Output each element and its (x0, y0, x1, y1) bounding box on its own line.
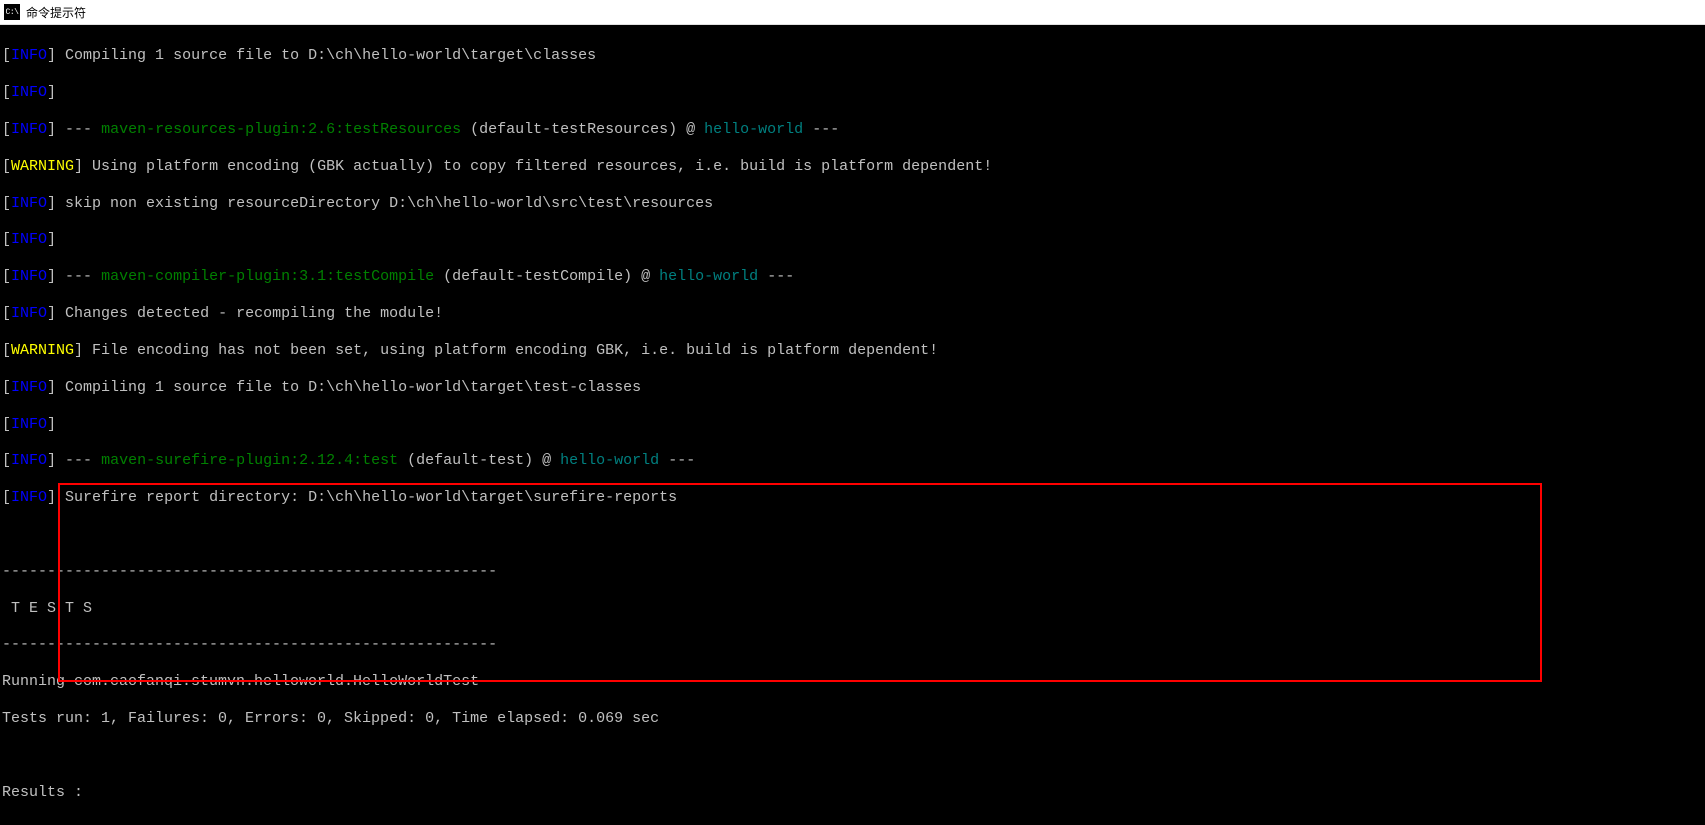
log-tag: INFO (11, 416, 47, 433)
project-name: hello-world (704, 121, 803, 138)
tests-header: T E S T S (2, 600, 1705, 618)
project-name: hello-world (659, 268, 758, 285)
log-text: Changes detected - recompiling the modul… (65, 305, 443, 322)
log-text: Compiling 1 source file to D:\ch\hello-w… (65, 47, 596, 64)
terminal-output[interactable]: [INFO] Compiling 1 source file to D:\ch\… (0, 25, 1705, 825)
log-tag: INFO (11, 268, 47, 285)
divider: ----------------------------------------… (2, 636, 1705, 654)
log-tag: INFO (11, 121, 47, 138)
log-text: Results : (2, 784, 1705, 802)
log-tag: WARNING (11, 158, 74, 175)
log-text: --- (803, 121, 839, 138)
log-text: --- (65, 268, 101, 285)
plugin-name: maven-surefire-plugin:2.12.4:test (101, 452, 398, 469)
window-title: 命令提示符 (26, 4, 86, 21)
log-text: --- (65, 121, 101, 138)
divider: ----------------------------------------… (2, 563, 1705, 581)
log-tag: INFO (11, 305, 47, 322)
window-titlebar[interactable]: C:\ 命令提示符 (0, 0, 1705, 25)
log-text: --- (65, 452, 101, 469)
log-text: Tests run: 1, Failures: 0, Errors: 0, Sk… (2, 710, 1705, 728)
log-tag: INFO (11, 452, 47, 469)
log-text (2, 747, 1705, 765)
log-text: (default-testCompile) @ (434, 268, 659, 285)
log-tag: INFO (11, 489, 47, 506)
log-text: (default-test) @ (398, 452, 560, 469)
plugin-name: maven-compiler-plugin:3.1:testCompile (101, 268, 434, 285)
log-text: Compiling 1 source file to D:\ch\hello-w… (65, 379, 641, 396)
log-text: File encoding has not been set, using pl… (83, 342, 938, 359)
log-text (2, 820, 1705, 825)
log-tag: INFO (11, 231, 47, 248)
log-tag: WARNING (11, 342, 74, 359)
log-text (2, 526, 1705, 544)
log-text: --- (758, 268, 794, 285)
log-text: skip non existing resourceDirectory D:\c… (65, 195, 713, 212)
cmd-icon: C:\ (4, 4, 20, 20)
log-text: (default-testResources) @ (461, 121, 704, 138)
log-tag: INFO (11, 84, 47, 101)
log-tag: INFO (11, 47, 47, 64)
log-text: Using platform encoding (GBK actually) t… (83, 158, 992, 175)
log-text: --- (659, 452, 695, 469)
project-name: hello-world (560, 452, 659, 469)
log-tag: INFO (11, 195, 47, 212)
log-text: Running com.caofanqi.stumvn.helloworld.H… (2, 673, 1705, 691)
log-tag: INFO (11, 379, 47, 396)
plugin-name: maven-resources-plugin:2.6:testResources (101, 121, 461, 138)
log-text: Surefire report directory: D:\ch\hello-w… (65, 489, 677, 506)
